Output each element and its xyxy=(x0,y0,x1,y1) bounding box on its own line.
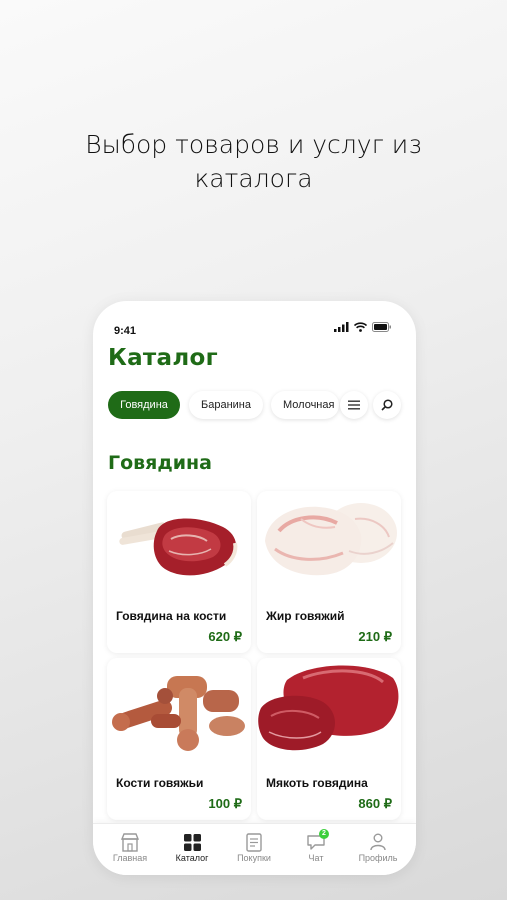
chat-badge: 2 xyxy=(319,829,329,839)
tab-profile[interactable]: Профиль xyxy=(348,832,408,863)
user-icon xyxy=(370,833,386,851)
product-image xyxy=(265,503,397,576)
product-name: Мякоть говядина xyxy=(266,776,368,790)
grid-icon xyxy=(183,833,201,851)
tab-label: Профиль xyxy=(358,853,398,863)
chip-dairy[interactable]: Молочная xyxy=(271,391,339,419)
product-card[interactable]: Кости говяжьи 100 ₽ xyxy=(107,658,251,820)
headline-line-1: Выбор товаров и услуг из xyxy=(85,130,422,159)
page-title: Каталог xyxy=(108,345,218,371)
status-time: 9:41 xyxy=(114,325,137,337)
phone-screen: 9:41 Каталог Говядина Баранина Молочная … xyxy=(93,301,416,875)
tab-label: Покупки xyxy=(237,853,271,863)
tab-purchases[interactable]: Покупки xyxy=(224,832,284,863)
headline-line-2: каталога xyxy=(194,164,313,193)
chip-label: Баранина xyxy=(201,399,251,411)
chip-label: Говядина xyxy=(120,399,168,411)
product-image xyxy=(258,665,399,751)
tab-catalog[interactable]: Каталог xyxy=(162,832,222,863)
tab-label: Чат xyxy=(308,853,324,863)
product-image xyxy=(112,676,245,751)
wifi-icon xyxy=(354,322,367,332)
chip-lamb[interactable]: Баранина xyxy=(189,391,263,419)
product-price: 100 ₽ xyxy=(208,796,242,811)
product-card[interactable]: Мякоть говядина 860 ₽ xyxy=(257,658,401,820)
signal-icon xyxy=(334,322,349,332)
menu-icon xyxy=(348,400,360,410)
search-button[interactable] xyxy=(373,391,401,419)
receipt-icon xyxy=(246,832,262,852)
tab-label: Каталог xyxy=(175,853,209,863)
status-bar: 9:41 xyxy=(114,321,392,337)
product-price: 860 ₽ xyxy=(358,796,392,811)
chip-beef[interactable]: Говядина xyxy=(108,391,180,419)
product-name: Кости говяжьи xyxy=(116,776,204,790)
category-chips: Говядина Баранина Молочная xyxy=(108,391,406,419)
product-name: Жир говяжий xyxy=(266,609,345,623)
product-name: Говядина на кости xyxy=(116,609,227,623)
product-price: 210 ₽ xyxy=(358,629,392,644)
battery-icon xyxy=(372,322,391,332)
product-price: 620 ₽ xyxy=(208,629,242,644)
product-card[interactable]: Говядина на кости 620 ₽ xyxy=(107,491,251,653)
shop-icon xyxy=(120,832,140,852)
headline: Выбор товаров и услуг из каталога xyxy=(0,128,507,196)
product-card[interactable]: Жир говяжий 210 ₽ xyxy=(257,491,401,653)
product-image xyxy=(119,518,238,576)
tab-label: Главная xyxy=(112,853,148,863)
tab-chat[interactable]: 2 Чат xyxy=(286,829,346,863)
search-icon xyxy=(381,399,393,411)
menu-button[interactable] xyxy=(340,391,368,419)
tab-bar: Главная Каталог Покупки 2 Чат Профиль xyxy=(93,823,416,875)
section-title: Говядина xyxy=(108,452,212,474)
chip-label: Молочная xyxy=(283,399,335,411)
tab-home[interactable]: Главная xyxy=(100,832,160,863)
